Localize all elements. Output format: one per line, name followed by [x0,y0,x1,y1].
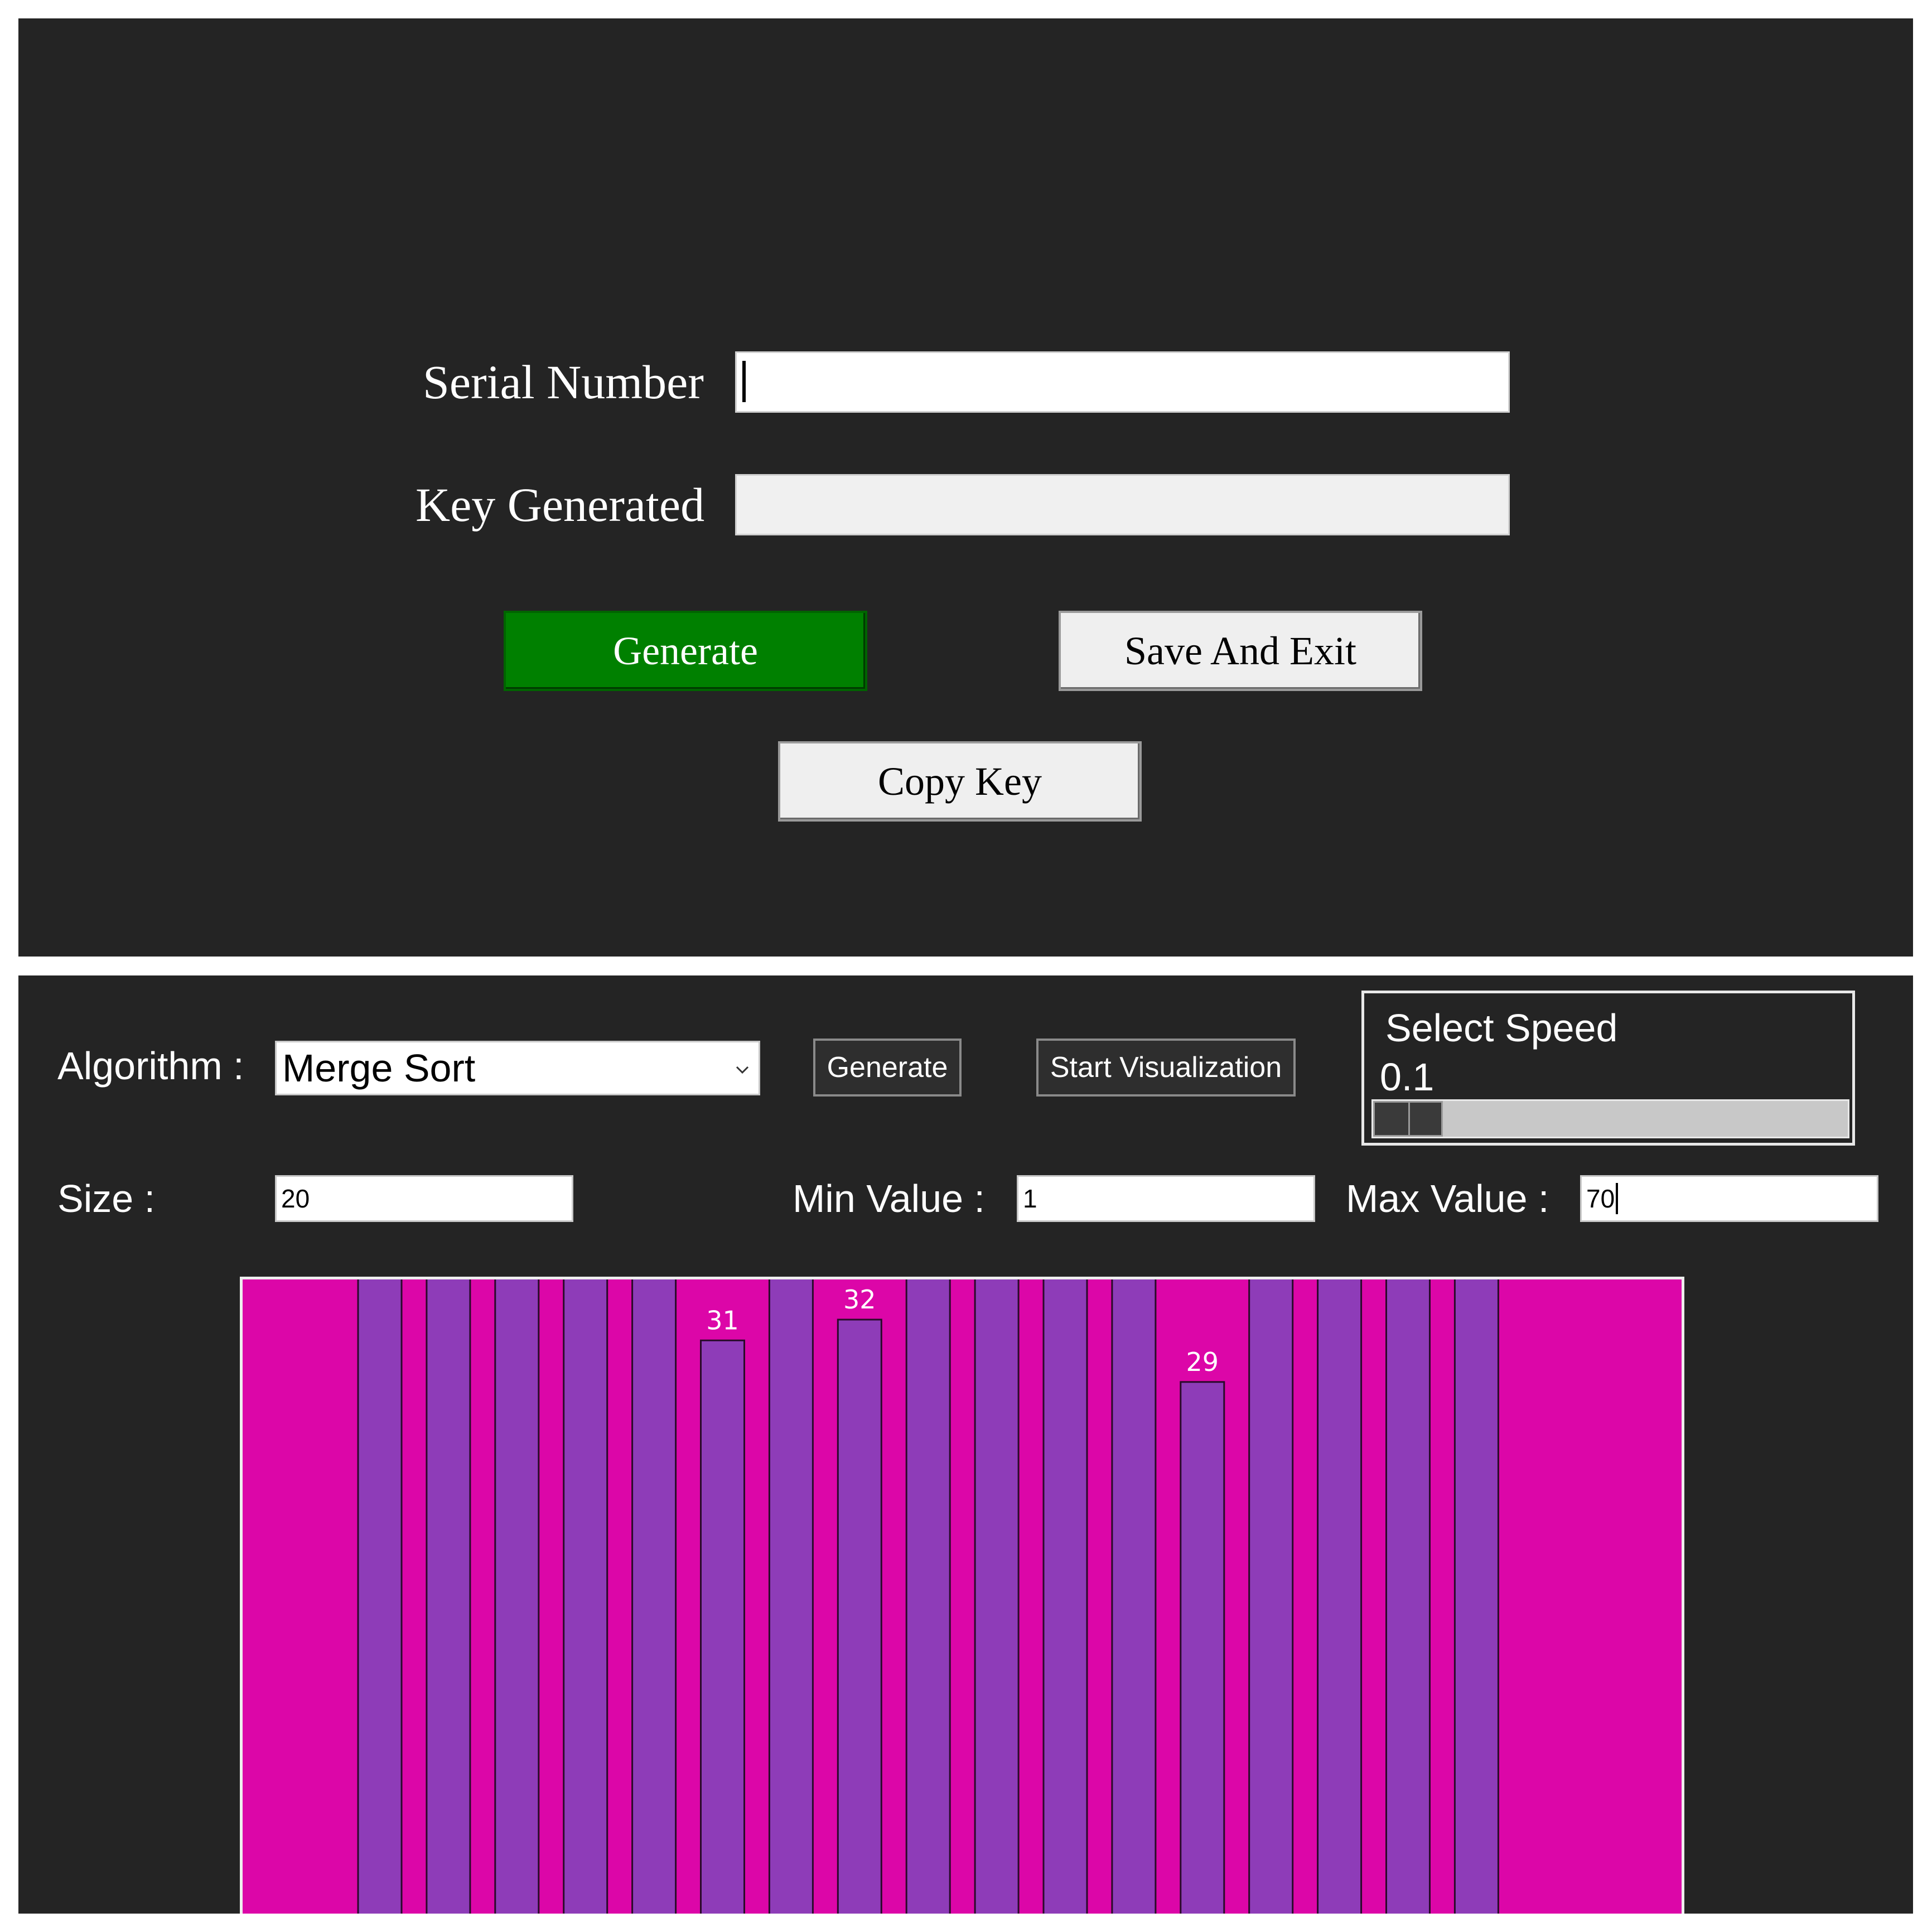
serial-number-label: Serial Number [423,355,704,409]
copy-key-button[interactable]: Copy Key [778,741,1142,822]
bar-5 [700,1339,745,1914]
bar-8 [905,1279,951,1914]
algorithm-label: Algorithm : [57,1044,244,1088]
speed-selector: Select Speed 0.1 [1361,991,1855,1146]
bar-9 [974,1279,1020,1914]
bar-10 [1042,1279,1088,1914]
start-visualization-button[interactable]: Start Visualization [1036,1039,1296,1097]
max-value-input[interactable]: 70 [1580,1175,1878,1222]
bar-2 [494,1279,540,1914]
chevron-down-icon [736,1066,749,1074]
bar-6 [768,1279,814,1914]
size-value: 20 [281,1184,310,1213]
bar-0 [357,1279,403,1914]
max-value-label: Max Value : [1346,1177,1549,1220]
bar-4 [631,1279,677,1914]
key-generated-label: Key Generated [416,478,705,532]
algorithm-selected-value: Merge Sort [282,1046,476,1090]
min-value-value: 1 [1023,1184,1037,1213]
key-generated-field[interactable] [735,474,1510,535]
generate-key-button[interactable]: Generate [504,611,867,691]
size-input[interactable]: 20 [275,1175,573,1222]
max-value-value: 70 [1586,1184,1615,1213]
text-caret [742,361,746,402]
serial-number-input[interactable] [735,351,1510,413]
speed-slider[interactable] [1371,1099,1849,1138]
bar-label-7: 32 [843,1284,876,1315]
bar-11 [1111,1279,1157,1914]
bar-3 [563,1279,608,1914]
bar-14 [1317,1279,1363,1914]
bar-15 [1385,1279,1431,1914]
bars-canvas: 373755665431483245685037296352396 [240,1277,1684,1914]
generate-array-button[interactable]: Generate [813,1039,962,1097]
bar-13 [1248,1279,1294,1914]
speed-value: 0.1 [1380,1055,1434,1099]
bar-1 [426,1279,471,1914]
speed-slider-thumb[interactable] [1373,1101,1443,1137]
min-value-label: Min Value : [793,1177,985,1220]
algorithm-select[interactable]: Merge Sort [275,1041,760,1095]
bar-label-5: 31 [706,1305,739,1335]
speed-title: Select Speed [1385,1006,1618,1050]
bar-chart: 373755665431483245685037296352396 [357,1279,1499,1914]
bar-16 [1453,1279,1499,1914]
save-and-exit-button[interactable]: Save And Exit [1059,611,1422,691]
bar-label-12: 29 [1186,1347,1219,1377]
key-generator-window: Serial Number Key Generated Generate Sav… [18,18,1913,957]
bar-12 [1180,1381,1225,1914]
size-label: Size : [57,1177,156,1220]
bar-7 [837,1318,882,1914]
text-caret [1616,1183,1619,1214]
sort-visualizer-window: Algorithm : Merge Sort Generate Start Vi… [18,975,1913,1914]
min-value-input[interactable]: 1 [1017,1175,1315,1222]
